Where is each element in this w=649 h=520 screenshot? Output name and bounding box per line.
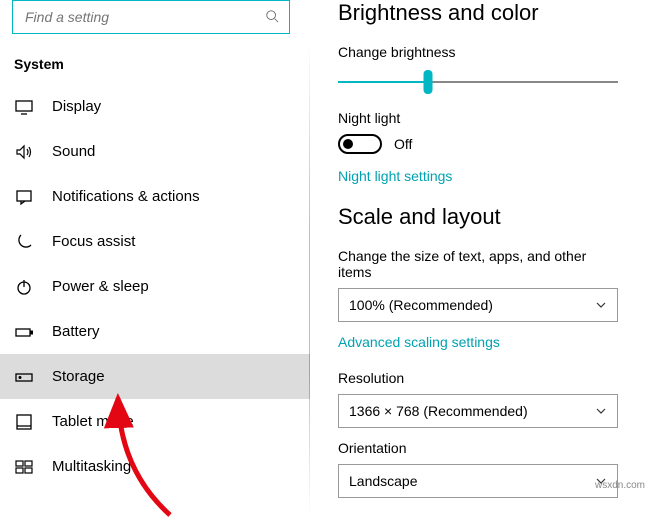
- night-light-settings-link[interactable]: Night light settings: [338, 168, 452, 184]
- sidebar-item-storage[interactable]: Storage: [0, 354, 310, 399]
- sidebar-item-tablet-mode[interactable]: Tablet mode: [0, 399, 310, 444]
- sidebar-item-label: Notifications & actions: [52, 188, 200, 205]
- sidebar-item-label: Battery: [52, 323, 100, 340]
- settings-sidebar: System Display Sound Notifications & act…: [0, 0, 310, 519]
- battery-icon: [14, 322, 34, 342]
- sidebar-category-header: System: [0, 44, 310, 84]
- resolution-dropdown[interactable]: 1366 × 768 (Recommended): [338, 394, 618, 428]
- sidebar-item-label: Focus assist: [52, 233, 135, 250]
- tablet-mode-icon: [14, 412, 34, 432]
- brightness-slider[interactable]: [338, 68, 618, 96]
- sidebar-item-label: Storage: [52, 368, 105, 385]
- sidebar-item-focus-assist[interactable]: Focus assist: [0, 219, 310, 264]
- orientation-label: Orientation: [338, 440, 619, 456]
- sidebar-item-label: Tablet mode: [52, 413, 134, 430]
- display-icon: [14, 97, 34, 117]
- sidebar-item-label: Power & sleep: [52, 278, 149, 295]
- slider-thumb[interactable]: [423, 70, 432, 94]
- orientation-dropdown[interactable]: Landscape: [338, 464, 618, 498]
- orientation-value: Landscape: [349, 473, 418, 489]
- sidebar-item-label: Sound: [52, 143, 95, 160]
- sidebar-item-sound[interactable]: Sound: [0, 129, 310, 174]
- scale-value: 100% (Recommended): [349, 297, 493, 313]
- night-light-label: Night light: [338, 110, 619, 126]
- sidebar-item-power-sleep[interactable]: Power & sleep: [0, 264, 310, 309]
- main-content: Brightness and color Change brightness N…: [310, 0, 649, 519]
- sidebar-item-label: Multitasking: [52, 458, 131, 475]
- storage-icon: [14, 367, 34, 387]
- sidebar-item-label: Display: [52, 98, 101, 115]
- sidebar-item-display[interactable]: Display: [0, 84, 310, 129]
- chevron-down-icon: [595, 299, 607, 311]
- multitasking-icon: [14, 457, 34, 477]
- scale-dropdown[interactable]: 100% (Recommended): [338, 288, 618, 322]
- watermark: wsxdn.com: [595, 480, 645, 491]
- night-light-state: Off: [394, 136, 412, 152]
- night-light-toggle[interactable]: [338, 134, 382, 154]
- section-brightness-title: Brightness and color: [338, 0, 619, 26]
- sidebar-item-battery[interactable]: Battery: [0, 309, 310, 354]
- resolution-value: 1366 × 768 (Recommended): [349, 403, 528, 419]
- focus-assist-icon: [14, 232, 34, 252]
- sidebar-item-multitasking[interactable]: Multitasking: [0, 444, 310, 489]
- brightness-label: Change brightness: [338, 44, 619, 60]
- slider-fill: [338, 81, 428, 83]
- sound-icon: [14, 142, 34, 162]
- search-box[interactable]: [12, 0, 290, 34]
- section-scale-title: Scale and layout: [338, 204, 619, 230]
- advanced-scaling-link[interactable]: Advanced scaling settings: [338, 334, 500, 350]
- toggle-knob: [343, 139, 353, 149]
- search-input[interactable]: [23, 8, 265, 26]
- sidebar-item-notifications[interactable]: Notifications & actions: [0, 174, 310, 219]
- scale-label: Change the size of text, apps, and other…: [338, 248, 619, 280]
- power-sleep-icon: [14, 277, 34, 297]
- notifications-icon: [14, 187, 34, 207]
- search-icon: [265, 9, 279, 26]
- resolution-label: Resolution: [338, 370, 619, 386]
- chevron-down-icon: [595, 405, 607, 417]
